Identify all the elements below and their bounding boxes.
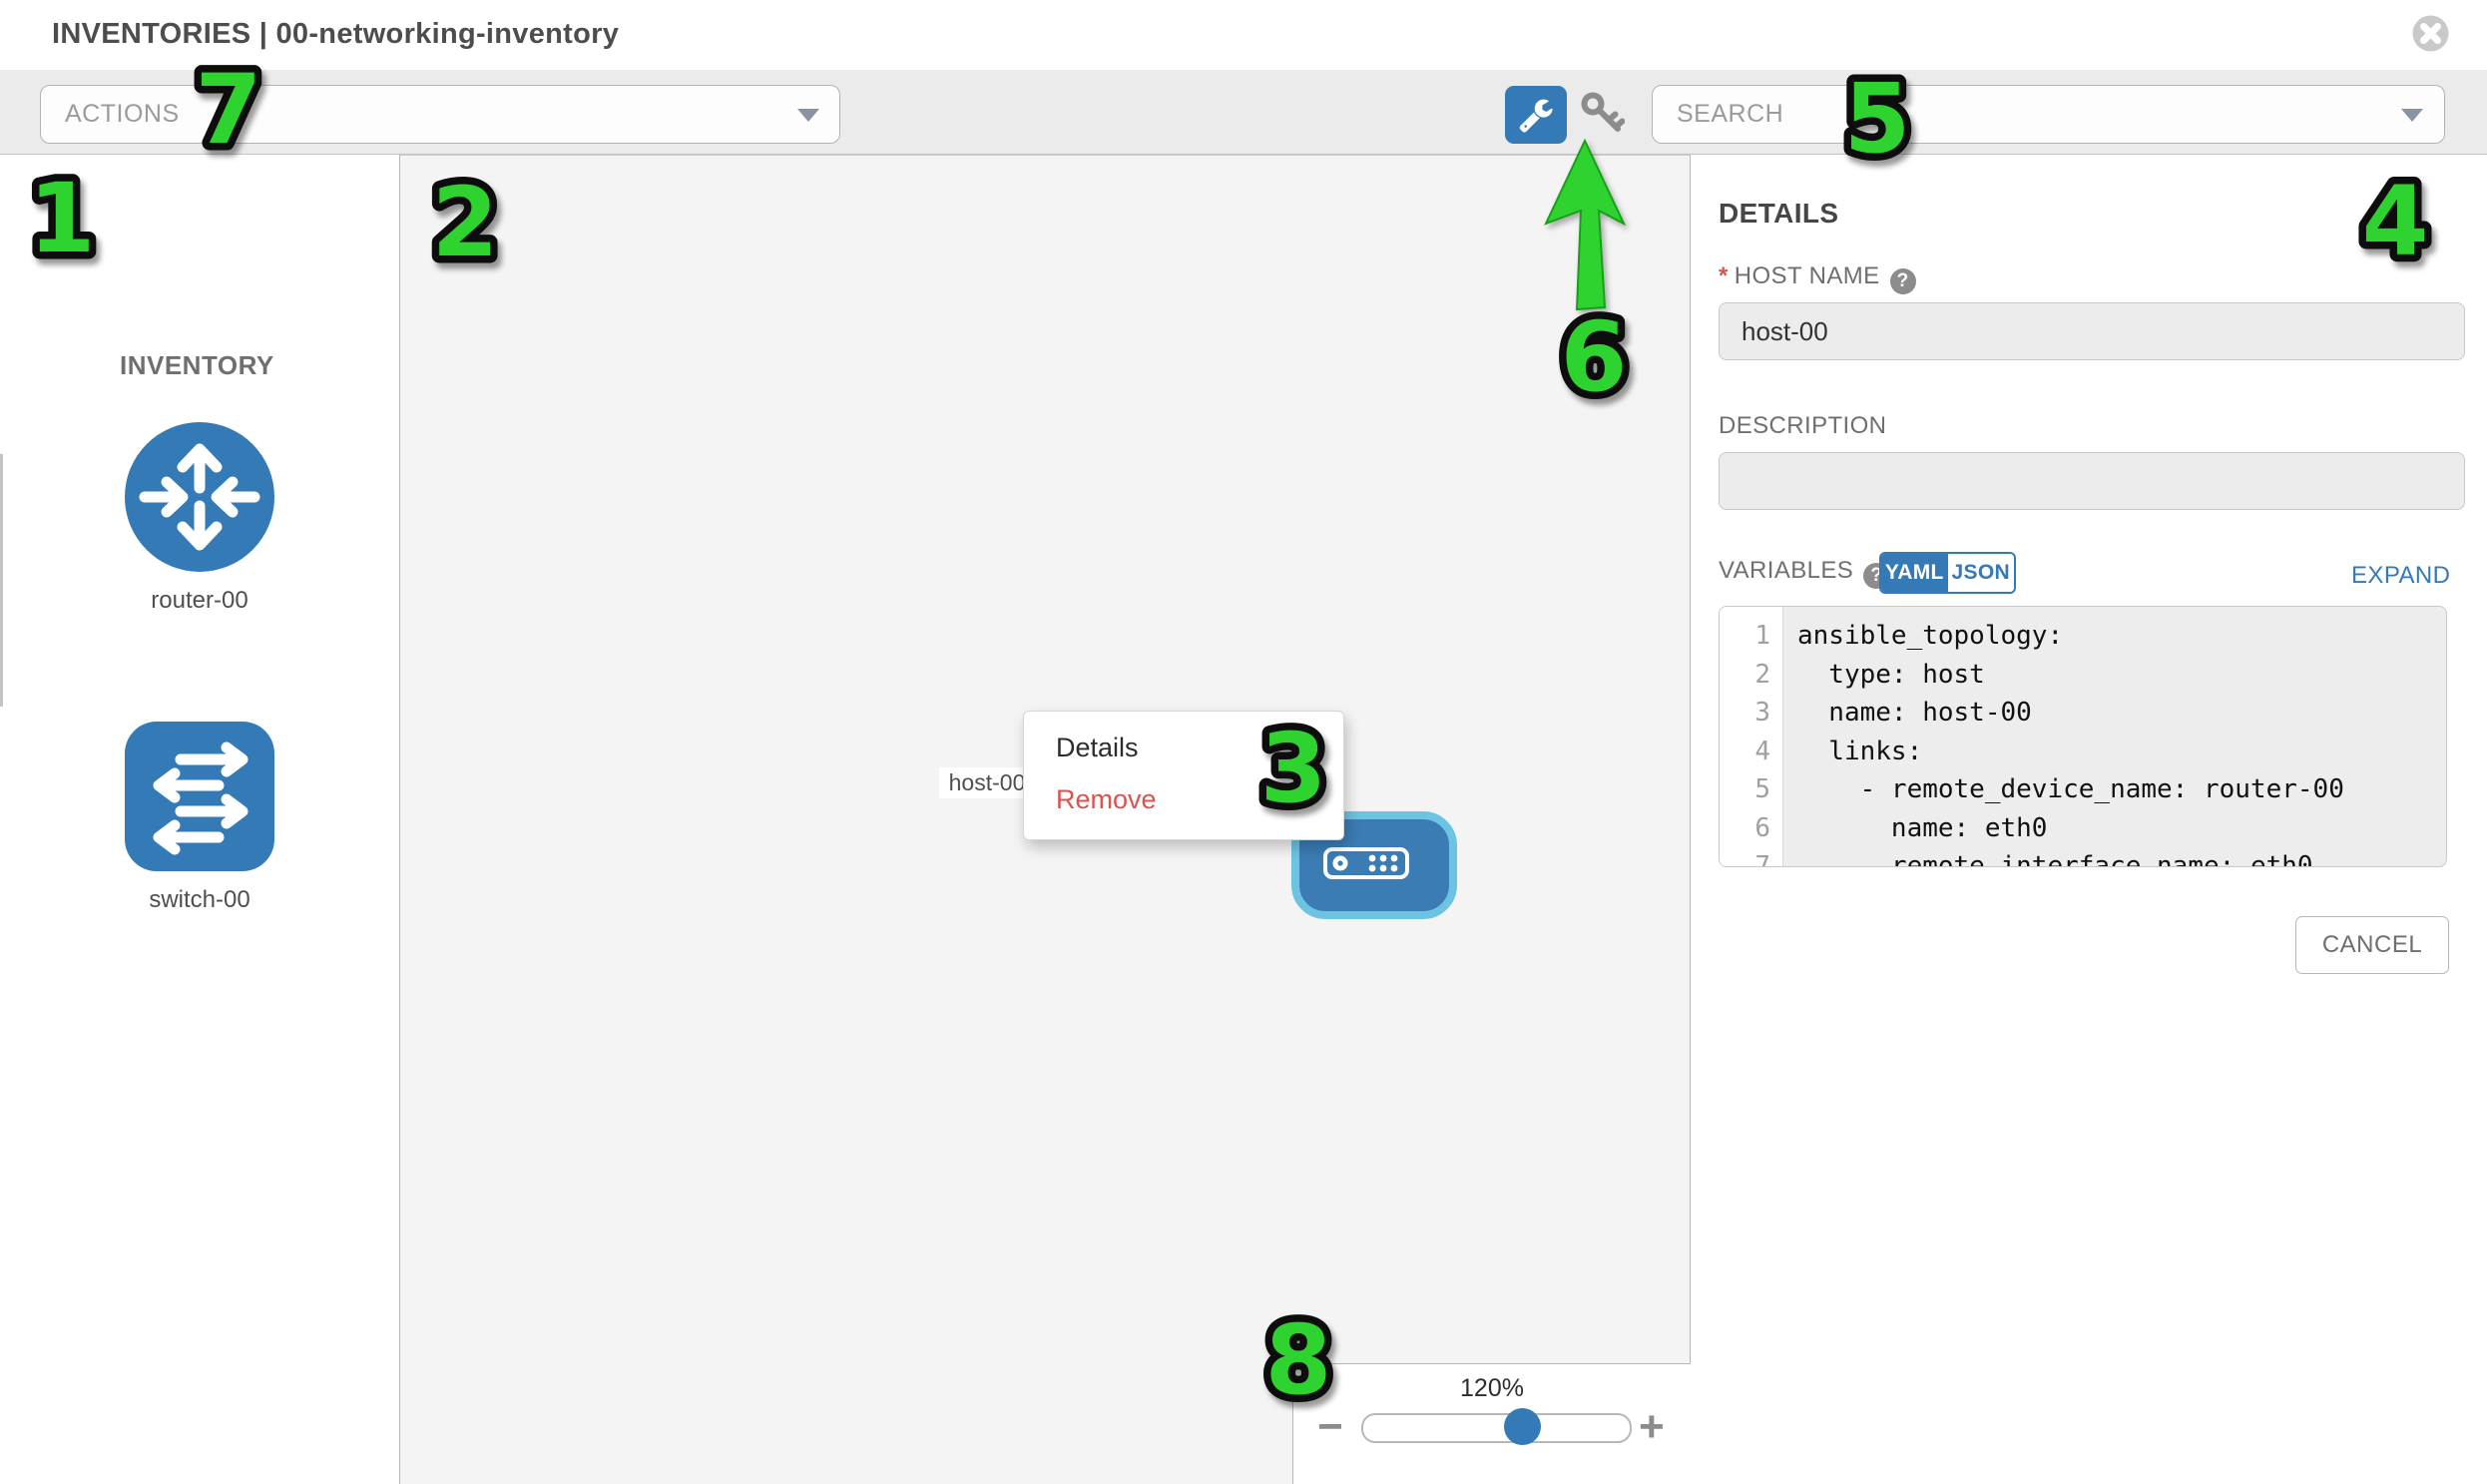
zoom-control: 120% − + [1292, 1363, 1691, 1484]
code-line: 2 type: host [1720, 656, 2446, 695]
code-line: 6 name: eth0 [1720, 809, 2446, 848]
host-icon [1323, 847, 1409, 879]
variables-row: VARIABLES? YAML JSON [1719, 557, 1889, 597]
variables-code-editor[interactable]: 1ansible_topology: 2 type: host 3 name: … [1719, 606, 2447, 867]
description-input[interactable] [1719, 452, 2465, 510]
sidebar-scrollbar[interactable] [0, 454, 3, 707]
inventory-sidebar-title: INVENTORY [120, 350, 274, 381]
palette-item-router[interactable]: router-00 [90, 422, 309, 615]
chevron-down-icon [2401, 109, 2423, 122]
host-name-label: *HOST NAME? [1719, 262, 1916, 294]
close-icon [2412, 15, 2449, 52]
close-button[interactable] [2412, 15, 2449, 52]
header: INVENTORIES | 00-networking-inventory [0, 0, 2487, 70]
chevron-down-icon [797, 109, 819, 122]
toggle-json[interactable]: JSON [1948, 554, 2015, 592]
code-line: 1ansible_topology: [1720, 617, 2446, 656]
wrench-icon [1518, 97, 1554, 133]
zoom-out-button[interactable]: − [1317, 1402, 1343, 1452]
cancel-button[interactable]: CANCEL [2295, 916, 2449, 974]
zoom-slider-track[interactable] [1361, 1413, 1632, 1443]
expand-link[interactable]: EXPAND [2351, 562, 2447, 590]
context-menu-item-remove[interactable]: Remove [1024, 773, 1343, 825]
code-line: 7 remote_interface_name: eth0 [1720, 847, 2446, 867]
switch-icon [125, 722, 274, 871]
host-name-input[interactable] [1719, 302, 2465, 360]
help-icon[interactable]: ? [1890, 268, 1916, 294]
host-node-label: host-00 [939, 767, 1035, 798]
actions-dropdown[interactable]: ACTIONS [40, 85, 840, 144]
router-icon [125, 422, 274, 572]
variables-format-toggle: YAML JSON [1879, 552, 2016, 594]
details-panel: DETAILS *HOST NAME? DESCRIPTION VARIABLE… [1691, 155, 2487, 1484]
required-asterisk: * [1719, 262, 1729, 289]
inventory-topology-app: INVENTORIES | 00-networking-inventory AC… [0, 0, 2487, 1484]
topology-canvas[interactable]: host-00 Details Remove 120% − + [400, 155, 1691, 1484]
inventory-sidebar: INVENTORY router-00 [0, 155, 400, 1484]
code-line: 4 links: [1720, 733, 2446, 771]
key-button[interactable] [1581, 92, 1625, 138]
configure-button[interactable] [1505, 86, 1567, 144]
search-dropdown-label: SEARCH [1677, 100, 1783, 129]
zoom-slider-handle[interactable] [1504, 1408, 1541, 1445]
code-line: 3 name: host-00 [1720, 694, 2446, 733]
actions-dropdown-label: ACTIONS [65, 100, 180, 129]
palette-item-label: router-00 [90, 587, 309, 615]
toggle-yaml[interactable]: YAML [1881, 554, 1948, 592]
page-title: INVENTORIES | 00-networking-inventory [52, 18, 619, 51]
key-icon [1581, 92, 1625, 138]
zoom-level: 120% [1293, 1374, 1691, 1403]
palette-item-label: switch-00 [90, 886, 309, 914]
toolbar: ACTIONS SEARCH [0, 70, 2487, 155]
palette-item-switch[interactable]: switch-00 [90, 722, 309, 914]
context-menu: Details Remove [1023, 711, 1344, 840]
search-dropdown[interactable]: SEARCH [1652, 85, 2445, 144]
context-menu-item-details[interactable]: Details [1024, 722, 1343, 773]
description-label: DESCRIPTION [1719, 412, 1886, 440]
details-panel-title: DETAILS [1719, 198, 1839, 230]
code-line: 5 - remote_device_name: router-00 [1720, 770, 2446, 809]
variables-label: VARIABLES [1719, 557, 1853, 584]
zoom-in-button[interactable]: + [1639, 1402, 1665, 1452]
